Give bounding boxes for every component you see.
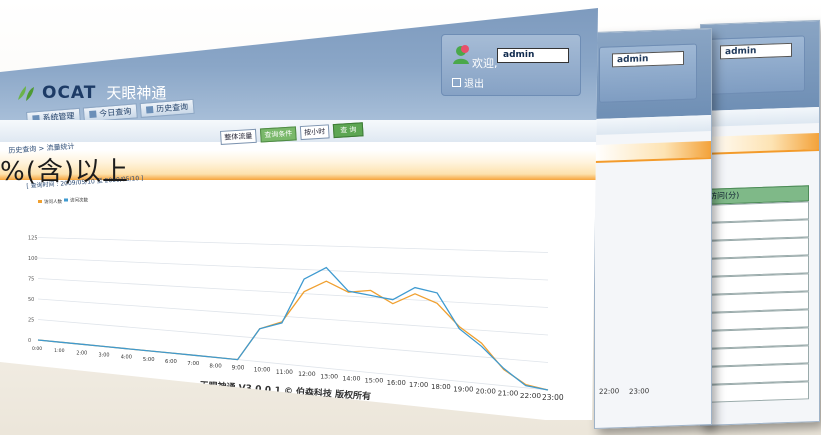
toolbar-band bbox=[595, 114, 711, 136]
legend-swatch bbox=[64, 198, 68, 202]
y-tick-label: 100 bbox=[28, 256, 38, 262]
series-line bbox=[37, 280, 549, 391]
back-window-2: admin 访问(分) bbox=[700, 19, 820, 427]
x-tick-label: 18:00 bbox=[431, 383, 451, 391]
x-tick-label: 19:00 bbox=[453, 385, 473, 393]
x-tick-label: 8:00 bbox=[209, 363, 222, 369]
x-tick-label: 22:00 bbox=[599, 387, 620, 396]
y-tick-label: 25 bbox=[28, 318, 34, 324]
x-tick-label: 14:00 bbox=[342, 375, 360, 382]
x-tick-label: 12:00 bbox=[298, 371, 316, 378]
x-tick-label: 23:00 bbox=[542, 393, 564, 402]
gridline bbox=[37, 237, 549, 253]
traffic-line-chart: 0 25 50 75 100 125 0:00 1:00 2:00 3:00 4:00 5:00 6:0… bbox=[28, 197, 564, 403]
x-tick-label: 7:00 bbox=[187, 361, 200, 367]
x-tick-label: 3:00 bbox=[99, 353, 110, 359]
orange-band bbox=[701, 132, 819, 156]
gridline bbox=[37, 298, 549, 336]
legend-label: 访问人数 bbox=[44, 198, 62, 205]
x-tick-label: 0:00 bbox=[32, 346, 42, 352]
y-tick-label: 125 bbox=[28, 236, 38, 242]
x-tick-label: 22:00 bbox=[520, 391, 542, 400]
gridline bbox=[37, 319, 549, 363]
x-tick-label: 20:00 bbox=[475, 386, 496, 395]
username-field: admin bbox=[720, 42, 792, 60]
x-tick-label: 15:00 bbox=[365, 377, 384, 385]
x-tick-label: 9:00 bbox=[232, 366, 245, 372]
toolbar-band bbox=[701, 106, 819, 128]
username-field: admin bbox=[612, 50, 684, 68]
x-tick-label: 23:00 bbox=[629, 387, 650, 396]
gridline bbox=[37, 278, 549, 308]
x-tick-label: 13:00 bbox=[320, 373, 338, 380]
x-tick-label: 17:00 bbox=[409, 381, 428, 389]
front-window: OCAT 天眼神通 系统管理 今日查询 历史查询 欢迎, admin 退出 整体… bbox=[0, 8, 598, 420]
screenshot-collage: admin 访问(分) admin 22:00 23:00 OCAT 天眼神通 … bbox=[0, 0, 821, 435]
user-panel: admin bbox=[707, 35, 805, 95]
x-tick-label: 10:00 bbox=[254, 368, 271, 374]
x-tick-label: 2:00 bbox=[76, 350, 87, 356]
table-row bbox=[705, 381, 809, 403]
x-tick-label: 6:00 bbox=[165, 359, 178, 365]
y-tick-label: 0 bbox=[28, 338, 31, 344]
x-tick-label: 5:00 bbox=[143, 357, 155, 363]
x-tick-label: 4:00 bbox=[121, 355, 132, 361]
user-panel: admin bbox=[599, 43, 697, 103]
gridline bbox=[37, 257, 549, 281]
legend-label: 访问次数 bbox=[70, 197, 88, 204]
legend-swatch bbox=[38, 200, 42, 203]
y-tick-label: 75 bbox=[28, 277, 34, 283]
orange-band bbox=[595, 140, 711, 164]
x-tick-label: 1:00 bbox=[54, 348, 64, 354]
back-window-1: admin 22:00 23:00 bbox=[594, 27, 712, 430]
x-tick-label: 16:00 bbox=[387, 379, 406, 387]
x-tick-label: 11:00 bbox=[276, 370, 293, 376]
overlay-caption: %(含)以上 bbox=[0, 157, 129, 187]
series-line bbox=[37, 266, 549, 391]
x-tick-label: 21:00 bbox=[498, 389, 519, 398]
y-tick-label: 50 bbox=[28, 297, 34, 303]
